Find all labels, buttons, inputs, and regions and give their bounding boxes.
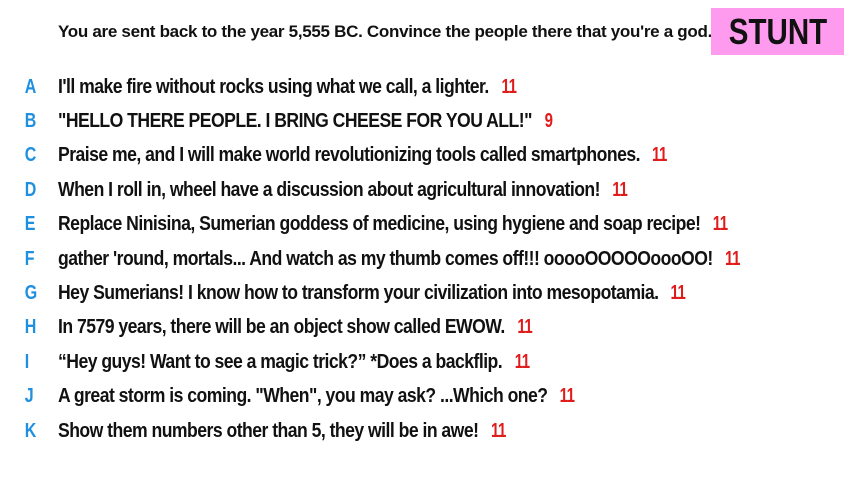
answer-letter: A (24, 75, 37, 98)
answer-text: Replace Ninisina, Sumerian goddess of me… (58, 213, 730, 236)
answer-text: A great storm is coming. "When", you may… (58, 385, 577, 408)
answer-text-content: "HELLO THERE PEOPLE. I BRING CHEESE FOR … (58, 110, 532, 133)
answer-score: 11 (652, 144, 668, 167)
answer-text-content: I'll make fire without rocks using what … (58, 75, 489, 98)
answer-list: A I'll make fire without rocks using wha… (0, 70, 836, 448)
answer-text: When I roll in, wheel have a discussion … (58, 179, 630, 202)
answer-score: 11 (670, 282, 686, 305)
answer-text-content: Show them numbers other than 5, they wil… (58, 419, 479, 442)
answer-score: 11 (712, 213, 728, 236)
answer-row-c: C Praise me, and I will make world revol… (0, 139, 836, 173)
answer-row-e: E Replace Ninisina, Sumerian goddess of … (0, 208, 836, 242)
answer-text-content: Hey Sumerians! I know how to transform y… (58, 282, 659, 305)
answer-row-a: A I'll make fire without rocks using wha… (0, 70, 836, 104)
answer-letter: J (24, 385, 34, 408)
answer-text-content: Replace Ninisina, Sumerian goddess of me… (58, 213, 701, 236)
answer-text: “Hey guys! Want to see a magic trick?” *… (58, 351, 532, 374)
stunt-badge: STUNT (711, 8, 844, 55)
answer-row-i: I “Hey guys! Want to see a magic trick?”… (0, 345, 836, 379)
answer-score: 11 (517, 316, 533, 339)
answer-text-content: A great storm is coming. "When", you may… (58, 385, 548, 408)
answer-letter: E (24, 213, 36, 236)
answer-text: Show them numbers other than 5, they wil… (58, 420, 508, 443)
answer-letter: F (24, 247, 35, 270)
answer-letter: G (24, 282, 38, 305)
answer-row-b: B "HELLO THERE PEOPLE. I BRING CHEESE FO… (0, 104, 836, 138)
answer-text-content: When I roll in, wheel have a discussion … (58, 178, 600, 201)
answer-letter: B (24, 110, 37, 133)
answer-score: 11 (559, 385, 575, 408)
answer-text: "HELLO THERE PEOPLE. I BRING CHEESE FOR … (58, 110, 553, 133)
answer-text-content: “Hey guys! Want to see a magic trick?” *… (58, 350, 503, 373)
answer-row-f: F gather 'round, mortals... And watch as… (0, 242, 836, 276)
answer-row-g: G Hey Sumerians! I know how to transform… (0, 276, 836, 310)
answer-letter: K (24, 419, 37, 442)
answer-letter: H (24, 316, 37, 339)
answer-score: 9 (544, 110, 553, 133)
prompt-text: You are sent back to the year 5,555 BC. … (58, 22, 712, 41)
answer-score: 11 (725, 247, 740, 270)
answer-row-d: D When I roll in, wheel have a discussio… (0, 173, 836, 207)
answer-score: 11 (490, 419, 506, 442)
answer-text-content: gather 'round, mortals... And watch as m… (58, 247, 713, 270)
answer-text-content: Praise me, and I will make world revolut… (58, 144, 641, 167)
stunt-badge-label: STUNT (728, 10, 827, 52)
answer-row-k: K Show them numbers other than 5, they w… (0, 414, 836, 448)
answer-text: Hey Sumerians! I know how to transform y… (58, 282, 688, 305)
answer-row-h: H In 7579 years, there will be an object… (0, 311, 836, 345)
answer-score: 11 (501, 75, 517, 98)
answer-text: I'll make fire without rocks using what … (58, 76, 519, 99)
answer-letter: I (24, 350, 30, 373)
answer-text: gather 'round, mortals... And watch as m… (58, 248, 743, 271)
answer-row-j: J A great storm is coming. "When", you m… (0, 380, 836, 414)
answer-text: Praise me, and I will make world revolut… (58, 144, 670, 167)
answer-score: 11 (612, 178, 628, 201)
answer-text-content: In 7579 years, there will be an object s… (58, 316, 505, 339)
answer-letter: C (24, 144, 37, 167)
answer-score: 11 (514, 350, 530, 373)
answer-letter: D (24, 178, 37, 201)
answer-text: In 7579 years, there will be an object s… (58, 316, 535, 339)
